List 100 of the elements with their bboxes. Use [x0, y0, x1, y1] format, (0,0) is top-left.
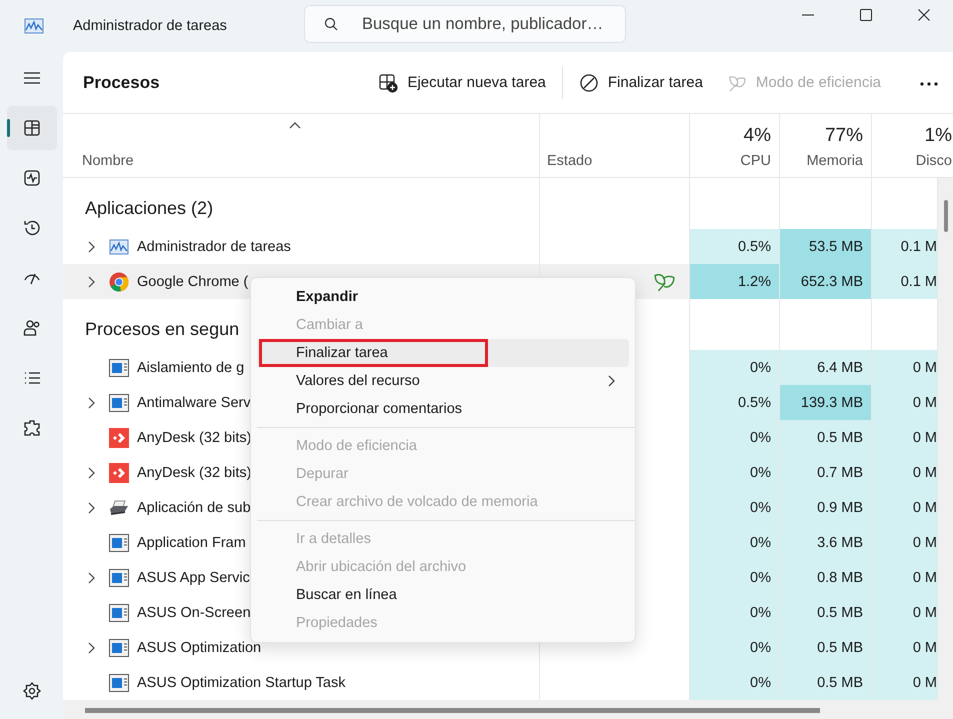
sort-caret-icon — [289, 122, 301, 129]
search-field[interactable]: Busque un nombre, publicador… — [304, 5, 626, 43]
table-cell: 0 M — [872, 455, 938, 490]
expand-chevron-icon[interactable] — [88, 642, 95, 654]
process-name: Administrador de tareas — [137, 238, 291, 254]
group-header: Procesos en segun — [85, 319, 240, 340]
printer-icon — [109, 498, 129, 518]
expand-chevron-icon[interactable] — [88, 466, 95, 478]
maximize-icon — [860, 9, 872, 21]
table-cell: 0% — [690, 490, 780, 525]
window-icon — [109, 358, 129, 378]
process-name: AnyDesk (32 bits) — [137, 430, 252, 446]
table-cell: 0 M — [872, 490, 938, 525]
expand-chevron-icon[interactable] — [88, 502, 95, 514]
table-cell: 3.6 MB — [780, 525, 872, 560]
process-name: ASUS On-Screen — [137, 604, 251, 620]
table-cell: 0.5% — [690, 385, 780, 420]
table-cell: 0.9 MB — [780, 490, 872, 525]
users-icon — [22, 318, 42, 338]
menu-item[interactable]: Proporcionar comentarios — [257, 395, 629, 423]
table-cell: 0.1 M — [872, 229, 938, 264]
window-icon — [109, 638, 129, 658]
table-cell: 0% — [690, 350, 780, 385]
performance-icon — [22, 168, 42, 188]
toolbar-button[interactable]: Ejecutar nueva tarea — [370, 66, 554, 98]
table-cell: 0.5 MB — [780, 595, 872, 630]
table-cell: 0 M — [872, 665, 938, 700]
browser-icon — [109, 272, 129, 292]
app-icon — [24, 18, 44, 34]
toolbar-button[interactable]: Finalizar tarea — [570, 66, 711, 98]
table-cell: 6.4 MB — [780, 350, 872, 385]
close-icon — [918, 9, 930, 21]
window-icon — [109, 672, 129, 692]
table-cell: 0 M — [872, 350, 938, 385]
scrollbar-thumb[interactable] — [85, 708, 820, 713]
process-name: Antimalware Serv — [137, 394, 251, 410]
expand-chevron-icon[interactable] — [88, 572, 95, 584]
table-cell: 0% — [690, 595, 780, 630]
prohibited-icon — [578, 72, 599, 92]
table-cell: 139.3 MB — [780, 385, 872, 420]
table-cell: 0.5% — [690, 229, 780, 264]
settings-icon — [22, 681, 42, 701]
sidebar-item[interactable] — [6, 106, 56, 150]
expand-chevron-icon[interactable] — [88, 396, 95, 408]
process-name: Aislamiento de g — [137, 360, 244, 376]
more-icon — [919, 81, 939, 87]
table-cell: 0% — [690, 665, 780, 700]
table-cell: 0.8 MB — [780, 560, 872, 595]
column-header[interactable]: 1% Disco — [872, 114, 953, 177]
table-cell: 0 M — [872, 560, 938, 595]
group-header: Aplicaciones (2) — [85, 198, 214, 219]
page-title: Procesos — [83, 72, 160, 92]
table-cell: 0.1 M — [872, 264, 938, 299]
table-cell: 0 M — [872, 420, 938, 455]
window-icon — [109, 532, 129, 552]
process-name: Aplicación de sub — [137, 500, 251, 516]
process-name: Google Chrome ( — [137, 274, 248, 290]
process-name: ASUS Optimization — [137, 640, 262, 656]
process-name: AnyDesk (32 bits) — [137, 464, 252, 480]
menu-item[interactable]: Buscar en línea — [257, 581, 629, 609]
table-cell: 652.3 MB — [780, 264, 872, 299]
history-icon — [22, 218, 42, 238]
column-header[interactable]: Estado — [540, 114, 690, 177]
table-cell: 0% — [690, 525, 780, 560]
process-name: ASUS Optimization Startup Task — [137, 674, 346, 690]
new-task-icon — [378, 72, 398, 92]
table-cell: 53.5 MB — [780, 229, 872, 264]
scrollbar-thumb[interactable] — [944, 200, 948, 232]
expand-chevron-icon[interactable] — [88, 276, 95, 288]
table-cell: 0% — [690, 455, 780, 490]
expand-chevron-icon[interactable] — [88, 240, 95, 252]
processes-icon — [22, 118, 42, 138]
column-header[interactable]: Nombre — [63, 114, 540, 177]
table-cell: 0.7 MB — [780, 455, 872, 490]
window-title: Administrador de tareas — [73, 18, 228, 34]
column-header[interactable]: 4% CPU — [690, 114, 780, 177]
table-cell: 0.5 MB — [780, 665, 872, 700]
app-icon — [109, 236, 129, 256]
menu-item[interactable]: Expandir — [257, 283, 629, 311]
table-cell: 0 M — [872, 595, 938, 630]
column-header[interactable]: 77% Memoria — [780, 114, 872, 177]
table-cell: 0.5 MB — [780, 420, 872, 455]
search-icon — [324, 17, 338, 31]
table-cell: 0 M — [872, 630, 938, 665]
window-icon — [109, 568, 129, 588]
puzzle-icon — [22, 418, 42, 438]
table-cell: 0% — [690, 630, 780, 665]
table-cell: 0 M — [872, 525, 938, 560]
table-cell: 0% — [690, 420, 780, 455]
menu-item[interactable]: Valores del recurso — [257, 367, 629, 395]
window-icon — [109, 602, 129, 622]
minimize-icon — [802, 14, 814, 16]
process-name: Application Fram — [137, 534, 246, 550]
table-cell: 0.5 MB — [780, 630, 872, 665]
table-cell: 0% — [690, 560, 780, 595]
process-name: ASUS App Servic — [137, 570, 250, 586]
menu-item[interactable]: Finalizar tarea — [257, 339, 629, 367]
table-cell: 1.2% — [690, 264, 780, 299]
table-cell: 0 M — [872, 385, 938, 420]
window-icon — [109, 392, 129, 412]
